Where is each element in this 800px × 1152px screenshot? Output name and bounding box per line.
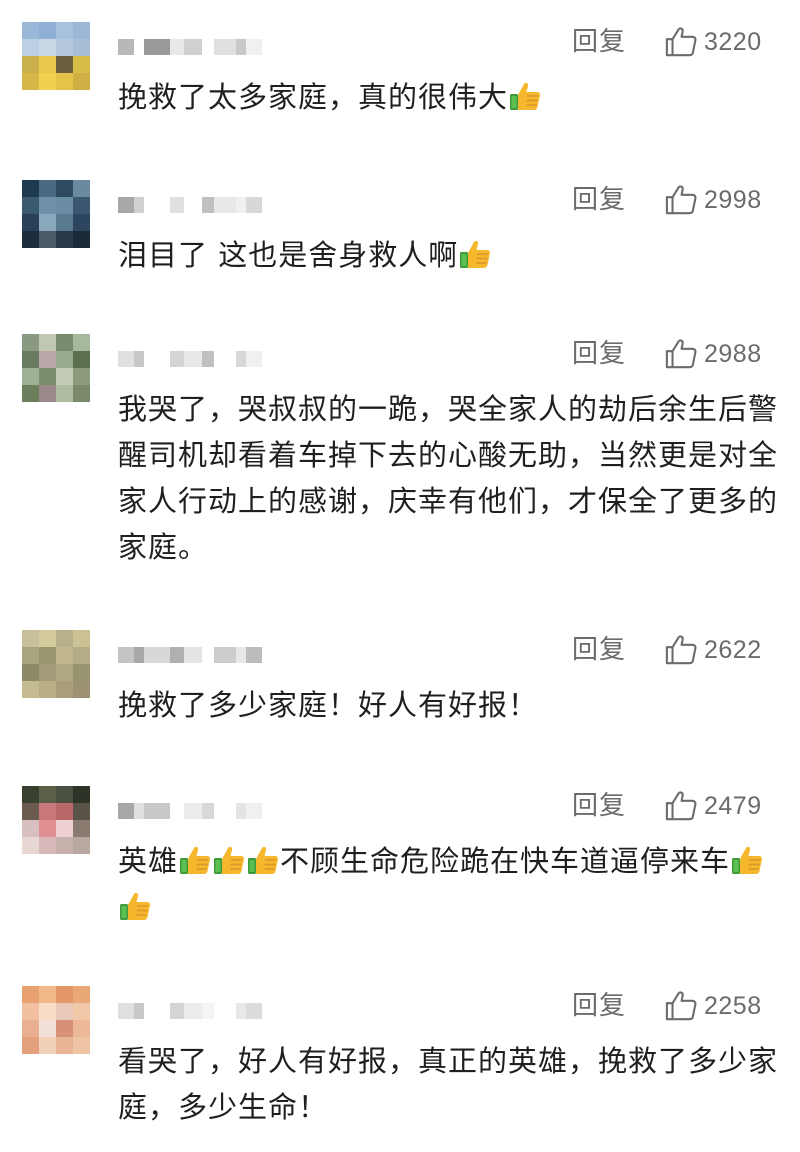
comment-text: 泪目了 这也是舍身救人啊 xyxy=(118,232,778,278)
thumbs-up-emoji xyxy=(459,239,491,269)
thumbs-up-emoji xyxy=(247,845,279,875)
like-button[interactable]: 2622 xyxy=(664,632,762,668)
like-count: 2622 xyxy=(704,635,762,664)
username-blurred[interactable] xyxy=(118,644,358,666)
like-outline-icon xyxy=(664,184,698,216)
thumbs-up-emoji xyxy=(509,81,541,111)
like-button[interactable]: 2479 xyxy=(664,788,762,824)
username-blurred[interactable] xyxy=(118,194,358,216)
comment-text: 我哭了，哭叔叔的一跪，哭全家人的劫后余生后警醒司机却看着车掉下去的心酸无助，当然… xyxy=(118,392,779,564)
username-blurred[interactable] xyxy=(118,348,358,370)
comment-text: 看哭了，好人有好报，真正的英雄，挽救了多少家庭，多少生命！ xyxy=(118,1044,779,1124)
avatar[interactable] xyxy=(22,22,90,90)
reply-button[interactable]: 回复 xyxy=(572,184,626,216)
reply-button[interactable]: 回复 xyxy=(572,338,626,370)
reply-button[interactable]: 回复 xyxy=(572,26,626,58)
like-button[interactable]: 2988 xyxy=(664,336,762,372)
thumbs-up-emoji xyxy=(731,845,763,875)
like-count: 2988 xyxy=(704,339,762,368)
username-blurred[interactable] xyxy=(118,800,358,822)
like-count: 2479 xyxy=(704,791,762,820)
thumbs-up-emoji xyxy=(119,891,151,921)
like-count: 2998 xyxy=(704,185,762,214)
username-blurred[interactable] xyxy=(118,36,358,58)
thumbs-up-emoji xyxy=(179,845,211,875)
avatar[interactable] xyxy=(22,630,90,698)
avatar[interactable] xyxy=(22,986,90,1054)
comment-text: 英雄 不顾生命危险跪在快车道逼停来车 xyxy=(118,838,778,930)
like-button[interactable]: 2258 xyxy=(664,988,762,1024)
reply-button[interactable]: 回复 xyxy=(572,790,626,822)
like-button[interactable]: 3220 xyxy=(664,24,762,60)
comment-text: 挽救了多少家庭！好人有好报！ xyxy=(118,688,539,722)
reply-button[interactable]: 回复 xyxy=(572,990,626,1022)
avatar[interactable] xyxy=(22,334,90,402)
like-outline-icon xyxy=(664,26,698,58)
like-outline-icon xyxy=(664,790,698,822)
like-count: 3220 xyxy=(704,27,762,56)
thumbs-up-emoji xyxy=(213,845,245,875)
avatar[interactable] xyxy=(22,180,90,248)
like-outline-icon xyxy=(664,990,698,1022)
like-button[interactable]: 2998 xyxy=(664,182,762,218)
like-outline-icon xyxy=(664,634,698,666)
comment-text: 挽救了太多家庭，真的很伟大 xyxy=(118,74,778,120)
avatar[interactable] xyxy=(22,786,90,854)
like-outline-icon xyxy=(664,338,698,370)
like-count: 2258 xyxy=(704,991,762,1020)
username-blurred[interactable] xyxy=(118,1000,358,1022)
reply-button[interactable]: 回复 xyxy=(572,634,626,666)
